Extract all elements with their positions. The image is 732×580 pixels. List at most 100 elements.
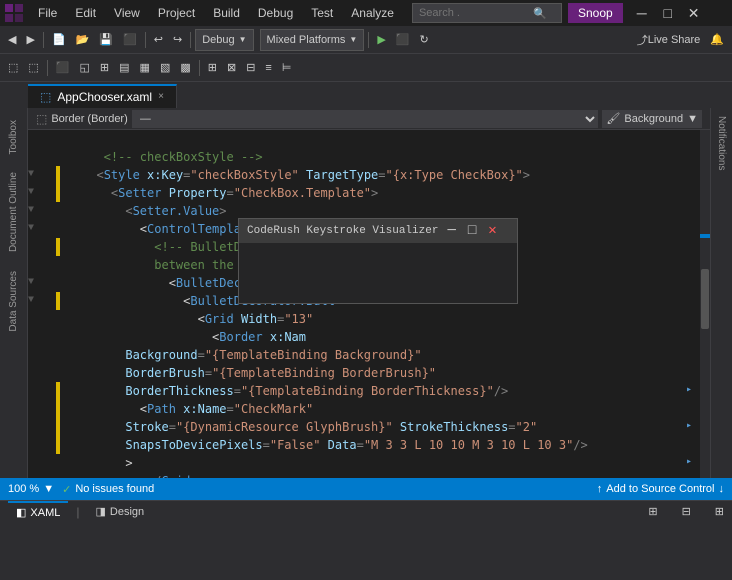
share-icon: ⤴ bbox=[637, 32, 648, 48]
menu-project[interactable]: Project bbox=[150, 2, 203, 24]
gutter-marker-6 bbox=[56, 400, 60, 418]
fold-6[interactable]: ▼ bbox=[28, 292, 34, 310]
fold-gutter: ▼ ▼ ▼ ▼ ▼ ▼ bbox=[28, 130, 46, 478]
scrollbar-thumb[interactable] bbox=[701, 269, 709, 329]
ln bbox=[46, 328, 74, 346]
gutter-marker-8 bbox=[56, 436, 60, 454]
menu-debug[interactable]: Debug bbox=[250, 2, 301, 24]
menu-file[interactable]: File bbox=[30, 2, 65, 24]
tb2-sep2 bbox=[199, 60, 200, 76]
new-file-button[interactable]: 📄 bbox=[48, 29, 70, 51]
xaml-tab-label: XAML bbox=[30, 502, 60, 524]
collapse-button[interactable]: ⊞ bbox=[640, 501, 665, 523]
redo-button[interactable]: ↪ bbox=[169, 29, 186, 51]
breadcrumb-border[interactable]: Border (Border) bbox=[51, 113, 127, 125]
align-btn[interactable]: ≡ bbox=[261, 57, 275, 79]
platform-dropdown[interactable]: Mixed Platforms ▼ bbox=[260, 29, 365, 51]
split-button[interactable]: ⊟ bbox=[674, 501, 699, 523]
fold-2[interactable]: ▼ bbox=[28, 184, 34, 202]
tab-appchooser[interactable]: ⬚ AppChooser.xaml × bbox=[28, 84, 177, 108]
ln bbox=[46, 364, 74, 382]
popup-minimize-button[interactable]: ─ bbox=[444, 222, 458, 240]
fold-1[interactable]: ▼ bbox=[28, 166, 34, 184]
left-sidebar: Toolbox Document Outline Data Sources bbox=[0, 108, 28, 478]
breadcrumb-dropdown[interactable]: — bbox=[132, 110, 599, 128]
run-button[interactable]: ▶ bbox=[373, 29, 389, 51]
coderush-popup: CodeRush Keystroke Visualizer ─ □ ✕ bbox=[238, 218, 518, 304]
tab-xaml[interactable]: ◧ XAML bbox=[8, 501, 68, 523]
fold-4[interactable]: ▼ bbox=[28, 220, 34, 238]
save-button[interactable]: 💾 bbox=[95, 29, 117, 51]
code-editor[interactable]: ▼ ▼ ▼ ▼ ▼ ▼ bbox=[28, 130, 710, 478]
stop-button[interactable]: ⬛ bbox=[392, 29, 414, 51]
live-share-button[interactable]: ⤴ Live Share bbox=[633, 29, 705, 51]
popup-restore-button[interactable]: □ bbox=[465, 222, 479, 240]
gutter-marker-4 bbox=[56, 292, 60, 310]
toolbar2: ⬚ ⬚ ⬛ ◱ ⊞ ▤ ▦ ▧ ▩ ⊞ ⊠ ⊟ ≡ ⊨ bbox=[0, 54, 732, 82]
menu-edit[interactable]: Edit bbox=[67, 2, 104, 24]
xaml-nav1[interactable]: ⬚ bbox=[4, 57, 22, 79]
snoop-button[interactable]: Snoop bbox=[568, 3, 623, 23]
breadcrumb-right[interactable]: 🖌 Background ▼ bbox=[602, 110, 702, 128]
menu-build[interactable]: Build bbox=[205, 2, 248, 24]
code-line: <Style x:Key="checkBoxStyle" TargetType=… bbox=[82, 166, 686, 184]
undo-button[interactable]: ↩ bbox=[150, 29, 167, 51]
xaml-btn7[interactable]: ▩ bbox=[176, 57, 194, 79]
feedback-button[interactable]: 🔔 bbox=[706, 29, 728, 51]
xaml-btn6[interactable]: ▧ bbox=[156, 57, 174, 79]
check-icon: ✓ bbox=[62, 483, 71, 496]
ln bbox=[46, 382, 74, 400]
restore-button[interactable]: □ bbox=[655, 0, 681, 26]
toolbox-label[interactable]: Toolbox bbox=[8, 112, 19, 162]
tab-close-button[interactable]: × bbox=[158, 85, 164, 109]
forward-button[interactable]: ▶ bbox=[22, 29, 38, 51]
ln bbox=[46, 274, 74, 292]
debug-config-dropdown[interactable]: Debug ▼ bbox=[195, 29, 253, 51]
menu-view[interactable]: View bbox=[106, 2, 148, 24]
breadcrumb-background: Background bbox=[624, 113, 683, 125]
line-numbers bbox=[46, 130, 78, 478]
code-line: Stroke="{DynamicResource GlyphBrush}" St… bbox=[82, 418, 686, 436]
gutter-marker-2 bbox=[56, 184, 60, 202]
xaml-btn1[interactable]: ⬛ bbox=[52, 57, 74, 79]
minimize-button[interactable]: ─ bbox=[629, 0, 655, 26]
xaml-btn4[interactable]: ▤ bbox=[115, 57, 133, 79]
snap-btn2[interactable]: ⊟ bbox=[242, 57, 259, 79]
open-file-button[interactable]: 📂 bbox=[72, 29, 94, 51]
code-line bbox=[82, 130, 686, 148]
up-arrow-icon: ↑ bbox=[597, 483, 603, 495]
xaml-btn5[interactable]: ▦ bbox=[136, 57, 154, 79]
save-all-button[interactable]: ⬛ bbox=[119, 29, 141, 51]
document-outline-label[interactable]: Document Outline bbox=[8, 164, 19, 260]
ln bbox=[46, 436, 74, 454]
tab-design[interactable]: ◨ Design bbox=[88, 501, 153, 523]
zoom-level[interactable]: 100 % ▼ bbox=[8, 483, 54, 495]
menu-analyze[interactable]: Analyze bbox=[343, 2, 402, 24]
notifications-label[interactable]: Notifications bbox=[716, 108, 727, 178]
search-box[interactable]: 🔍 bbox=[412, 3, 562, 23]
snap-btn[interactable]: ⊠ bbox=[223, 57, 240, 79]
back-button[interactable]: ◀ bbox=[4, 29, 20, 51]
popup-close-button[interactable]: ✕ bbox=[485, 222, 499, 240]
fold-3[interactable]: ▼ bbox=[28, 202, 34, 220]
align-btn2[interactable]: ⊨ bbox=[278, 57, 296, 79]
restart-button[interactable]: ↻ bbox=[415, 29, 432, 51]
close-button[interactable]: ✕ bbox=[681, 0, 707, 26]
menu-test[interactable]: Test bbox=[303, 2, 341, 24]
search-input[interactable] bbox=[419, 7, 529, 19]
issues-status[interactable]: ✓ No issues found bbox=[62, 483, 154, 496]
ln bbox=[46, 400, 74, 418]
source-control[interactable]: ↑ Add to Source Control ↓ bbox=[597, 483, 724, 495]
vertical-scrollbar[interactable] bbox=[700, 130, 710, 478]
data-sources-label[interactable]: Data Sources bbox=[8, 263, 19, 340]
xaml-btn3[interactable]: ⊞ bbox=[96, 57, 113, 79]
window-controls: ─ □ ✕ bbox=[629, 0, 707, 26]
expand-button[interactable]: ⊞ bbox=[707, 501, 732, 523]
tb-sep1 bbox=[43, 32, 44, 48]
grid-btn[interactable]: ⊞ bbox=[204, 57, 221, 79]
ln bbox=[46, 238, 74, 256]
xaml-nav2[interactable]: ⬚ bbox=[24, 57, 42, 79]
fold-5[interactable]: ▼ bbox=[28, 274, 34, 292]
xaml-btn2[interactable]: ◱ bbox=[76, 57, 94, 79]
zoom-value: 100 % bbox=[8, 483, 39, 495]
